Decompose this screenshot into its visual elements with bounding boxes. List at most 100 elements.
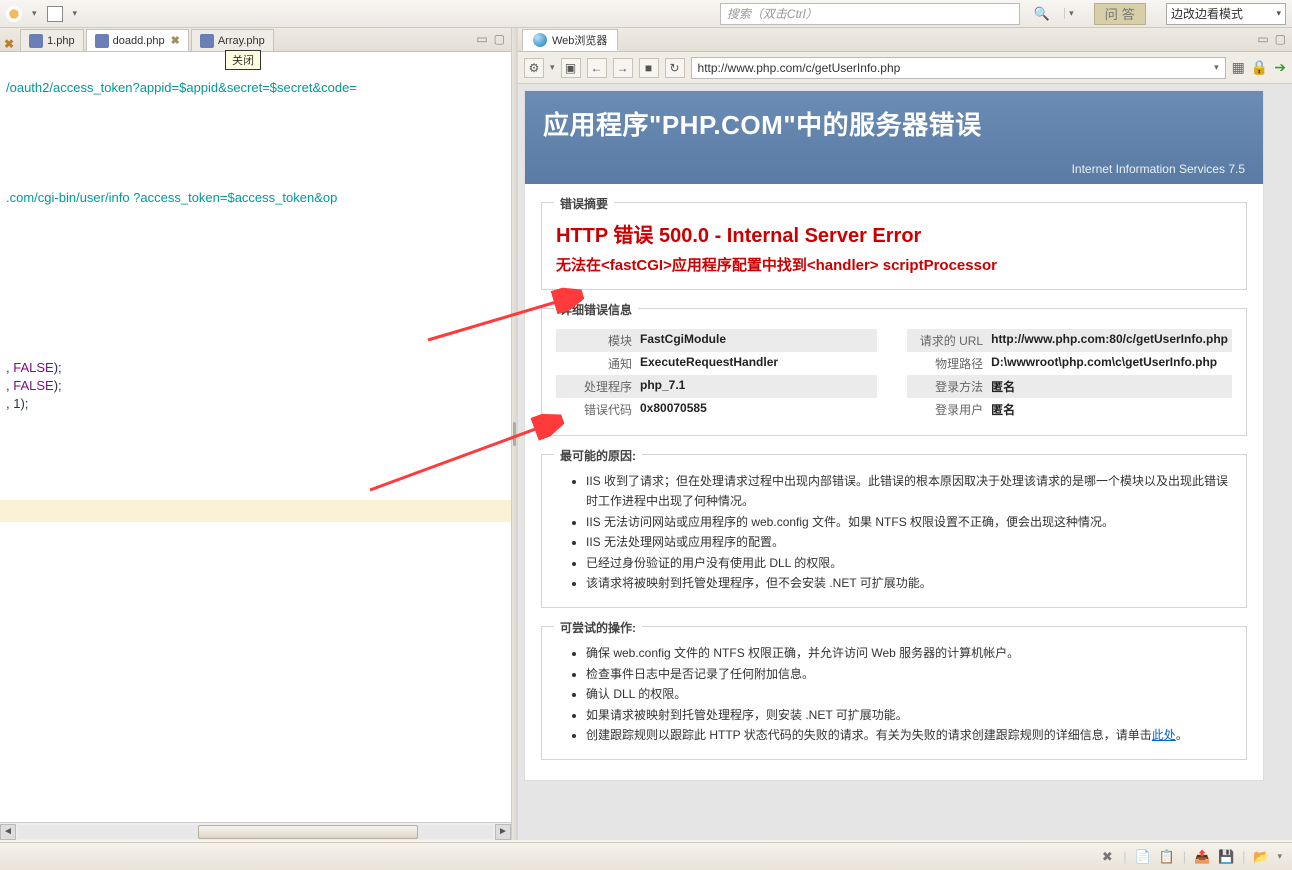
section-legend: 错误摘要 <box>554 195 614 212</box>
list-item: 确保 web.config 文件的 NTFS 权限正确，并允许访问 Web 服务… <box>586 643 1232 663</box>
export-icon[interactable]: 📤 <box>1194 849 1210 865</box>
close-icon[interactable]: ✖ <box>171 34 180 47</box>
section-legend: 可尝试的操作: <box>554 619 642 636</box>
php-file-icon <box>95 34 109 48</box>
open-icon[interactable]: 📂 <box>1253 849 1269 865</box>
search-dropdown-icon[interactable]: ▾ <box>1064 8 1074 19</box>
scrollbar-thumb[interactable] <box>198 825 418 839</box>
minimize-icon[interactable]: ▭ <box>1257 32 1268 46</box>
iis-header: 应用程序"PHP.COM"中的服务器错误 Internet Informatio… <box>525 91 1263 184</box>
debug-icon[interactable] <box>6 6 22 22</box>
restore-icon[interactable]: ▢ <box>494 32 505 46</box>
scroll-left-icon[interactable]: ◄ <box>0 824 16 840</box>
scroll-right-icon[interactable]: ► <box>495 824 511 840</box>
horizontal-scrollbar[interactable]: ◄ ► <box>0 822 511 840</box>
browser-content[interactable]: 应用程序"PHP.COM"中的服务器错误 Internet Informatio… <box>518 84 1292 840</box>
browser-toolbar: ⚙ ▾ ▣ ← → ■ ↻ http://www.php.com/c/getUs… <box>518 52 1292 84</box>
search-placeholder: 搜索（双击Ctrl） <box>727 5 818 22</box>
mode-label: 边改边看模式 <box>1171 5 1243 22</box>
top-toolbar: ▾ ▾ 搜索（双击Ctrl） 🔍 ▾ 问 答 边改边看模式 ▾ <box>0 0 1292 28</box>
error-title: HTTP 错误 500.0 - Internal Server Error <box>556 219 1232 248</box>
dropdown-arrow-icon[interactable]: ▾ <box>73 8 78 19</box>
page-title: 应用程序"PHP.COM"中的服务器错误 <box>543 105 1245 142</box>
highlight-band <box>0 500 511 522</box>
globe-icon <box>533 33 547 47</box>
tab-label: 1.php <box>47 35 75 47</box>
minimize-icon[interactable]: ▭ <box>476 32 487 46</box>
stop-icon[interactable]: ■ <box>639 58 659 78</box>
code-line: , FALSE); <box>6 378 62 393</box>
refresh-icon[interactable]: ↻ <box>665 58 685 78</box>
code-editor[interactable]: /oauth2/access_token?appid=$appid&secret… <box>0 52 511 822</box>
code-line: /oauth2/access_token?appid=$appid&secret… <box>6 80 357 95</box>
close-tooltip: 关闭 <box>225 50 261 70</box>
detail-row: 登录方法匿名 <box>907 375 1232 398</box>
list-item: 检查事件日志中是否记录了任何附加信息。 <box>586 664 1232 684</box>
cause-section: 最可能的原因: IIS 收到了请求；但在处理请求过程中出现内部错误。此错误的根本… <box>541 454 1247 608</box>
lock-icon[interactable]: 🔒 <box>1251 59 1268 76</box>
iis-subtitle: Internet Information Services 7.5 <box>543 162 1245 176</box>
code-line: , 1); <box>6 396 28 411</box>
detail-row: 模块FastCgiModule <box>556 329 877 352</box>
back-icon[interactable]: ← <box>587 58 607 78</box>
search-input[interactable]: 搜索（双击Ctrl） <box>720 3 1020 25</box>
qr-icon[interactable]: ▦ <box>1232 59 1245 76</box>
tab-label: Array.php <box>218 35 265 47</box>
save-icon[interactable]: 💾 <box>1218 849 1234 865</box>
chevron-down-icon: ▾ <box>1214 62 1219 73</box>
close-icon[interactable]: ✖ <box>1099 849 1115 865</box>
status-bar: ✖ | 📄 📋 | 📤 💾 | 📂 ▾ <box>0 842 1292 870</box>
browser-pane: Web浏览器 ▭ ▢ ⚙ ▾ ▣ ← → ■ ↻ http://www.php.… <box>518 28 1292 840</box>
php-file-icon <box>29 34 43 48</box>
tab-web-browser[interactable]: Web浏览器 <box>522 29 618 51</box>
tab-array[interactable]: Array.php <box>191 29 274 51</box>
stop-icon[interactable]: ▣ <box>561 58 581 78</box>
chevron-down-icon: ▾ <box>1276 8 1281 19</box>
editor-pane: ✖ 1.php doadd.php ✖ Array.php ▭ ▢ 关闭 /o <box>0 28 512 840</box>
code-line: , FALSE); <box>6 360 62 375</box>
qa-button[interactable]: 问 答 <box>1094 3 1146 25</box>
detail-row: 错误代码0x80070585 <box>556 398 877 421</box>
restore-icon[interactable]: ▢ <box>1275 32 1286 46</box>
code-line: .com/cgi-bin/user/info ?access_token=$ac… <box>6 190 337 205</box>
detail-row: 处理程序php_7.1 <box>556 375 877 398</box>
list-item: 已经过身份验证的用户没有使用此 DLL 的权限。 <box>586 553 1232 573</box>
section-legend: 详细错误信息 <box>554 301 638 318</box>
tab-doadd[interactable]: doadd.php ✖ <box>86 29 189 51</box>
detail-row: 通知ExecuteRequestHandler <box>556 352 877 375</box>
list-item: IIS 无法访问网站或应用程序的 web.config 文件。如果 NTFS 权… <box>586 512 1232 532</box>
list-item: IIS 收到了请求；但在处理请求过程中出现内部错误。此错误的根本原因取决于处理该… <box>586 471 1232 512</box>
search-icon[interactable]: 🔍 <box>1034 6 1050 22</box>
tab-1php[interactable]: 1.php <box>20 29 84 51</box>
chevron-down-icon[interactable]: ▾ <box>1277 851 1282 862</box>
new-window-icon[interactable] <box>47 6 63 22</box>
view-mode-dropdown[interactable]: 边改边看模式 ▾ <box>1166 3 1286 25</box>
iis-error-page: 应用程序"PHP.COM"中的服务器错误 Internet Informatio… <box>524 90 1264 781</box>
prev-tab-icon[interactable]: ✖ <box>4 37 14 51</box>
url-input[interactable]: http://www.php.com/c/getUserInfo.php ▾ <box>691 57 1226 79</box>
error-summary-section: 错误摘要 HTTP 错误 500.0 - Internal Server Err… <box>541 202 1247 290</box>
try-section: 可尝试的操作: 确保 web.config 文件的 NTFS 权限正确，并允许访… <box>541 626 1247 760</box>
tab-label: Web浏览器 <box>552 32 607 48</box>
section-legend: 最可能的原因: <box>554 447 642 464</box>
detail-row: 请求的 URLhttp://www.php.com:80/c/getUserIn… <box>907 329 1232 352</box>
php-file-icon <box>200 34 214 48</box>
list-item: IIS 无法处理网站或应用程序的配置。 <box>586 532 1232 552</box>
list-item: 创建跟踪规则以跟踪此 HTTP 状态代码的失败的请求。有关为失败的请求创建跟踪规… <box>586 725 1232 745</box>
dropdown-arrow-icon[interactable]: ▾ <box>32 8 37 19</box>
dropdown-icon[interactable]: ▾ <box>550 62 555 73</box>
forward-icon[interactable]: → <box>613 58 633 78</box>
scrollbar-track[interactable] <box>18 825 493 839</box>
doc-icon[interactable]: 📄 <box>1135 849 1151 865</box>
detail-row: 物理路径D:\wwwroot\php.com\c\getUserInfo.php <box>907 352 1232 375</box>
go-icon[interactable]: ➔ <box>1274 59 1286 76</box>
error-subtitle: 无法在<fastCGI>应用程序配置中找到<handler> scriptPro… <box>556 254 1232 275</box>
gear-icon[interactable]: ⚙ <box>524 58 544 78</box>
url-text: http://www.php.com/c/getUserInfo.php <box>698 61 901 75</box>
here-link[interactable]: 此处 <box>1152 728 1176 742</box>
list-item: 如果请求被映射到托管处理程序，则安装 .NET 可扩展功能。 <box>586 705 1232 725</box>
copy-icon[interactable]: 📋 <box>1159 849 1175 865</box>
main-area: ✖ 1.php doadd.php ✖ Array.php ▭ ▢ 关闭 /o <box>0 28 1292 840</box>
detail-info-section: 详细错误信息 模块FastCgiModule通知ExecuteRequestHa… <box>541 308 1247 436</box>
list-item: 确认 DLL 的权限。 <box>586 684 1232 704</box>
